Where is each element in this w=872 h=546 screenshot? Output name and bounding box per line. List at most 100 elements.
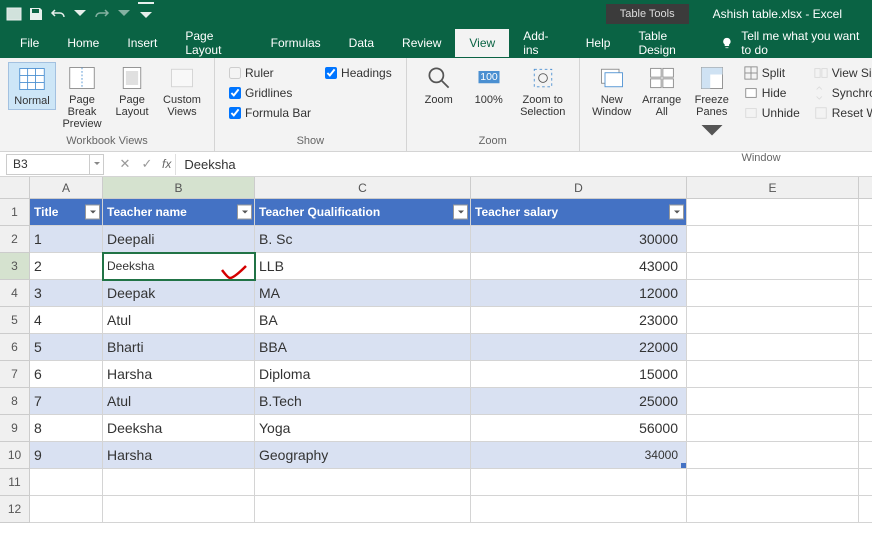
filter-button-salary[interactable] [669,205,684,220]
cell[interactable] [471,469,687,496]
cell[interactable]: Deeksha [103,415,255,442]
zoom-to-selection-button[interactable]: Zoom to Selection [515,62,571,120]
zoom-100-button[interactable]: 100 100% [465,62,513,108]
cell[interactable]: Harsha [103,442,255,469]
gridlines-checkbox[interactable]: Gridlines [229,84,311,102]
name-box-dropdown[interactable] [90,154,104,175]
cell[interactable]: B.Tech [255,388,471,415]
cell[interactable] [687,469,859,496]
col-header-C[interactable]: C [255,177,471,199]
cell[interactable] [687,226,859,253]
cell-F1[interactable] [859,199,872,226]
col-header-B[interactable]: B [103,177,255,199]
col-header-E[interactable]: E [687,177,859,199]
filter-button-qualification[interactable] [453,205,468,220]
cell[interactable] [687,415,859,442]
header-title-cell[interactable]: Title [30,199,103,226]
name-box[interactable] [6,154,90,175]
cell[interactable]: Atul [103,307,255,334]
cell[interactable]: 22000 [471,334,687,361]
tab-insert[interactable]: Insert [113,29,171,57]
cell[interactable] [859,307,872,334]
new-window-button[interactable]: New Window [588,62,636,120]
tab-file[interactable]: File [6,29,53,57]
row-header-3[interactable]: 3 [0,253,30,280]
cell[interactable]: 1 [30,226,103,253]
cell[interactable]: Atul [103,388,255,415]
undo-dropdown-icon[interactable] [72,6,88,22]
cell[interactable] [859,388,872,415]
freeze-panes-button[interactable]: Freeze Panes [688,62,736,150]
undo-icon[interactable] [50,6,66,22]
cell[interactable]: MA [255,280,471,307]
cell[interactable] [471,496,687,523]
cell[interactable] [255,469,471,496]
cell[interactable]: 12000 [471,280,687,307]
row-header-4[interactable]: 4 [0,280,30,307]
cell-E1[interactable] [687,199,859,226]
cell[interactable]: 30000 [471,226,687,253]
col-header-D[interactable]: D [471,177,687,199]
cell[interactable]: Harsha [103,361,255,388]
row-header-5[interactable]: 5 [0,307,30,334]
cancel-formula-button[interactable]: ✕ [114,153,136,175]
formula-input[interactable]: Deeksha [175,154,872,175]
redo-dropdown-icon[interactable] [116,6,132,22]
row-header-1[interactable]: 1 [0,199,30,226]
cell[interactable]: 7 [30,388,103,415]
cell[interactable]: BA [255,307,471,334]
cell[interactable] [255,496,471,523]
tab-view[interactable]: View [455,29,509,57]
tab-help[interactable]: Help [572,29,625,57]
filter-button-title[interactable] [85,205,100,220]
cell[interactable]: 9 [30,442,103,469]
header-salary-cell[interactable]: Teacher salary [471,199,687,226]
formula-bar-checkbox[interactable]: Formula Bar [229,104,311,122]
cell[interactable]: 2 [30,253,103,280]
cell[interactable]: BBA [255,334,471,361]
cell[interactable]: Yoga [255,415,471,442]
cell[interactable]: Diploma [255,361,471,388]
row-header-2[interactable]: 2 [0,226,30,253]
cell[interactable] [687,442,859,469]
cell[interactable] [859,361,872,388]
cell[interactable] [687,361,859,388]
hide-button[interactable]: Hide [744,84,800,102]
select-all-corner[interactable] [0,177,30,199]
cell[interactable]: 56000 [471,415,687,442]
header-name-cell[interactable]: Teacher name [103,199,255,226]
cell[interactable]: 34000 [471,442,687,469]
normal-view-button[interactable]: Normal [8,62,56,110]
cell[interactable]: 6 [30,361,103,388]
page-layout-button[interactable]: Page Layout [108,62,156,120]
worksheet-grid[interactable]: A B C D E 1 Title Teacher name Teacher Q… [0,177,872,523]
cell[interactable] [687,307,859,334]
qat-customize-icon[interactable] [138,6,154,22]
cell[interactable]: 23000 [471,307,687,334]
cell[interactable]: 4 [30,307,103,334]
row-header-9[interactable]: 9 [0,415,30,442]
cell[interactable]: 43000 [471,253,687,280]
fx-label[interactable]: fx [162,157,171,171]
cell[interactable]: Bharti [103,334,255,361]
cell[interactable]: LLB [255,253,471,280]
cell[interactable] [859,280,872,307]
cell[interactable] [859,226,872,253]
header-qualification-cell[interactable]: Teacher Qualification [255,199,471,226]
cell[interactable] [859,469,872,496]
save-icon[interactable] [28,6,44,22]
cell[interactable]: Deepak [103,280,255,307]
cell[interactable] [859,496,872,523]
cell[interactable] [687,253,859,280]
filter-button-name[interactable] [237,205,252,220]
tab-formulas[interactable]: Formulas [257,29,335,57]
cell[interactable] [30,469,103,496]
row-header-7[interactable]: 7 [0,361,30,388]
row-header-6[interactable]: 6 [0,334,30,361]
cell[interactable] [859,415,872,442]
split-button[interactable]: Split [744,64,800,82]
cell[interactable]: Geography [255,442,471,469]
row-header-11[interactable]: 11 [0,469,30,496]
cell[interactable]: Deepali [103,226,255,253]
cell[interactable]: 15000 [471,361,687,388]
